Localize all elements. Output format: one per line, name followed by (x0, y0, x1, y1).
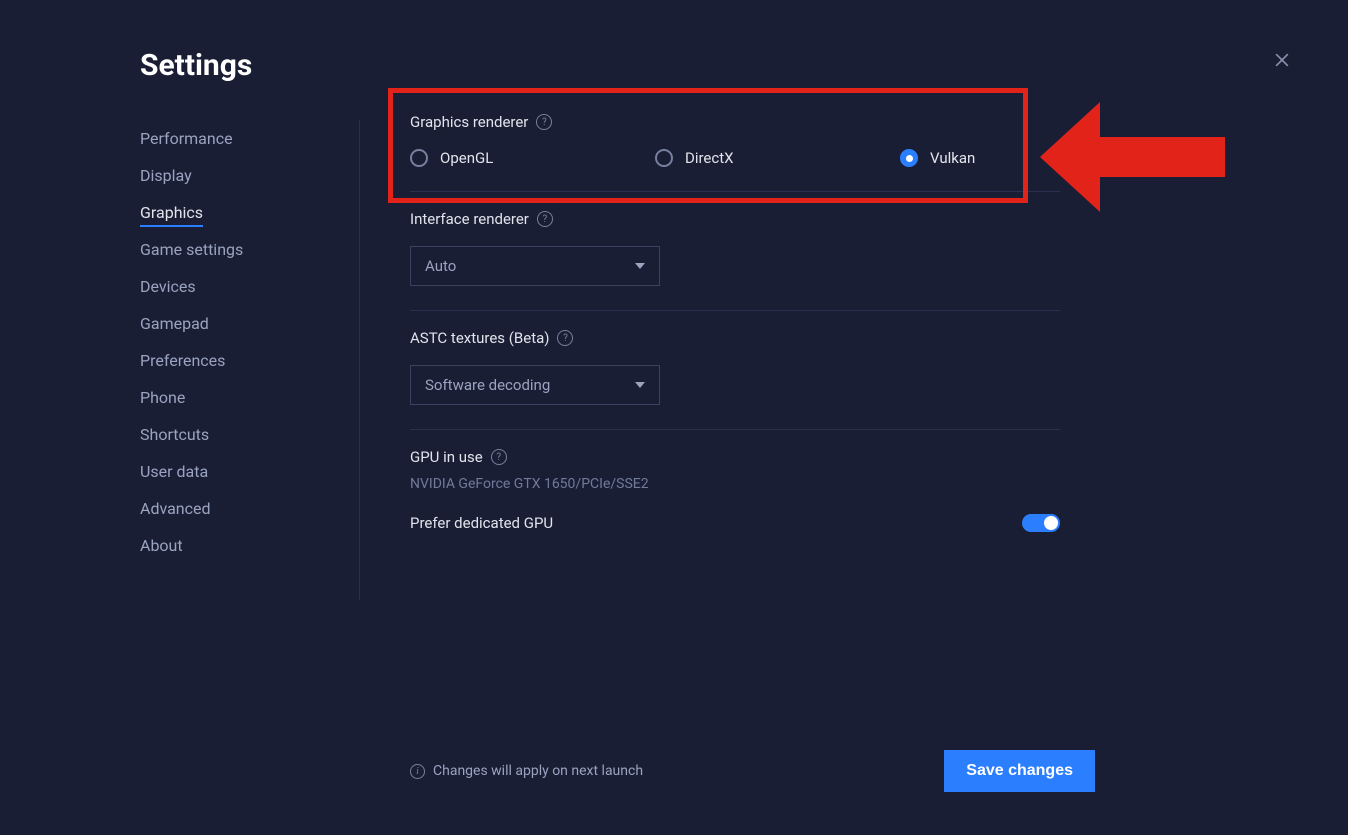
dropdown-value: Software decoding (425, 376, 550, 394)
sidebar-item-label: Gamepad (140, 314, 209, 333)
sidebar-item-label: Performance (140, 129, 233, 148)
radio-circle-icon (900, 149, 918, 167)
dropdown-value: Auto (425, 257, 456, 275)
sidebar-item-about[interactable]: About (140, 527, 339, 564)
gpu-name-text: NVIDIA GeForce GTX 1650/PCIe/SSE2 (410, 476, 1060, 492)
sidebar-item-display[interactable]: Display (140, 157, 339, 194)
sidebar-item-devices[interactable]: Devices (140, 268, 339, 305)
radio-circle-icon (410, 149, 428, 167)
annotation-arrow-icon (1040, 92, 1240, 222)
chevron-down-icon (635, 382, 645, 388)
page-title: Settings (140, 48, 252, 83)
interface-renderer-section: Interface renderer ? Auto (410, 192, 1060, 311)
sidebar-item-graphics[interactable]: Graphics (140, 194, 339, 231)
graphics-renderer-section: Graphics renderer ? OpenGL DirectX Vulka… (410, 95, 1060, 192)
chevron-down-icon (635, 263, 645, 269)
help-icon[interactable]: ? (537, 211, 553, 227)
interface-renderer-dropdown[interactable]: Auto (410, 246, 660, 286)
prefer-gpu-toggle[interactable] (1022, 514, 1060, 532)
radio-option-directx[interactable]: DirectX (655, 149, 900, 167)
sidebar-item-label: About (140, 536, 183, 555)
sidebar-item-gamepad[interactable]: Gamepad (140, 305, 339, 342)
apply-notice: i Changes will apply on next launch (410, 763, 643, 779)
astc-section: ASTC textures (Beta) ? Software decoding (410, 311, 1060, 430)
gpu-section: GPU in use ? NVIDIA GeForce GTX 1650/PCI… (410, 430, 1060, 556)
radio-label: Vulkan (930, 149, 975, 167)
sidebar-item-shortcuts[interactable]: Shortcuts (140, 416, 339, 453)
main-content: Graphics renderer ? OpenGL DirectX Vulka… (410, 95, 1060, 556)
notice-text: Changes will apply on next launch (433, 763, 643, 779)
prefer-gpu-label: Prefer dedicated GPU (410, 514, 553, 532)
help-icon[interactable]: ? (557, 330, 573, 346)
close-button[interactable] (1272, 50, 1296, 74)
sidebar-item-performance[interactable]: Performance (140, 120, 339, 157)
prefer-gpu-row: Prefer dedicated GPU (410, 514, 1060, 532)
interface-renderer-label: Interface renderer ? (410, 210, 1060, 228)
radio-option-opengl[interactable]: OpenGL (410, 149, 655, 167)
sidebar-item-label: Advanced (140, 499, 211, 518)
section-label-text: Interface renderer (410, 210, 529, 228)
radio-circle-icon (655, 149, 673, 167)
gpu-label: GPU in use ? (410, 448, 1060, 466)
radio-label: DirectX (685, 149, 734, 167)
sidebar-item-advanced[interactable]: Advanced (140, 490, 339, 527)
sidebar-item-label: Preferences (140, 351, 225, 370)
settings-sidebar: Performance Display Graphics Game settin… (140, 120, 360, 600)
radio-option-vulkan[interactable]: Vulkan (900, 149, 975, 167)
sidebar-item-label: Game settings (140, 240, 243, 259)
help-icon[interactable]: ? (536, 114, 552, 130)
save-changes-button[interactable]: Save changes (944, 750, 1095, 792)
sidebar-item-label: Devices (140, 277, 196, 296)
sidebar-item-preferences[interactable]: Preferences (140, 342, 339, 379)
sidebar-item-game-settings[interactable]: Game settings (140, 231, 339, 268)
astc-dropdown[interactable]: Software decoding (410, 365, 660, 405)
help-icon[interactable]: ? (491, 449, 507, 465)
graphics-renderer-label: Graphics renderer ? (410, 113, 1060, 131)
section-label-text: GPU in use (410, 448, 483, 466)
footer: i Changes will apply on next launch Save… (410, 750, 1095, 792)
sidebar-item-label: Shortcuts (140, 425, 209, 444)
astc-label: ASTC textures (Beta) ? (410, 329, 1060, 347)
sidebar-item-label: Phone (140, 388, 185, 407)
radio-label: OpenGL (440, 149, 493, 167)
section-label-text: Graphics renderer (410, 113, 528, 131)
sidebar-item-label: User data (140, 462, 208, 481)
sidebar-item-label: Graphics (140, 203, 203, 227)
info-icon: i (410, 764, 425, 779)
sidebar-item-phone[interactable]: Phone (140, 379, 339, 416)
sidebar-item-label: Display (140, 166, 192, 185)
section-label-text: ASTC textures (Beta) (410, 329, 549, 347)
sidebar-item-user-data[interactable]: User data (140, 453, 339, 490)
graphics-renderer-radio-group: OpenGL DirectX Vulkan (410, 149, 1060, 167)
